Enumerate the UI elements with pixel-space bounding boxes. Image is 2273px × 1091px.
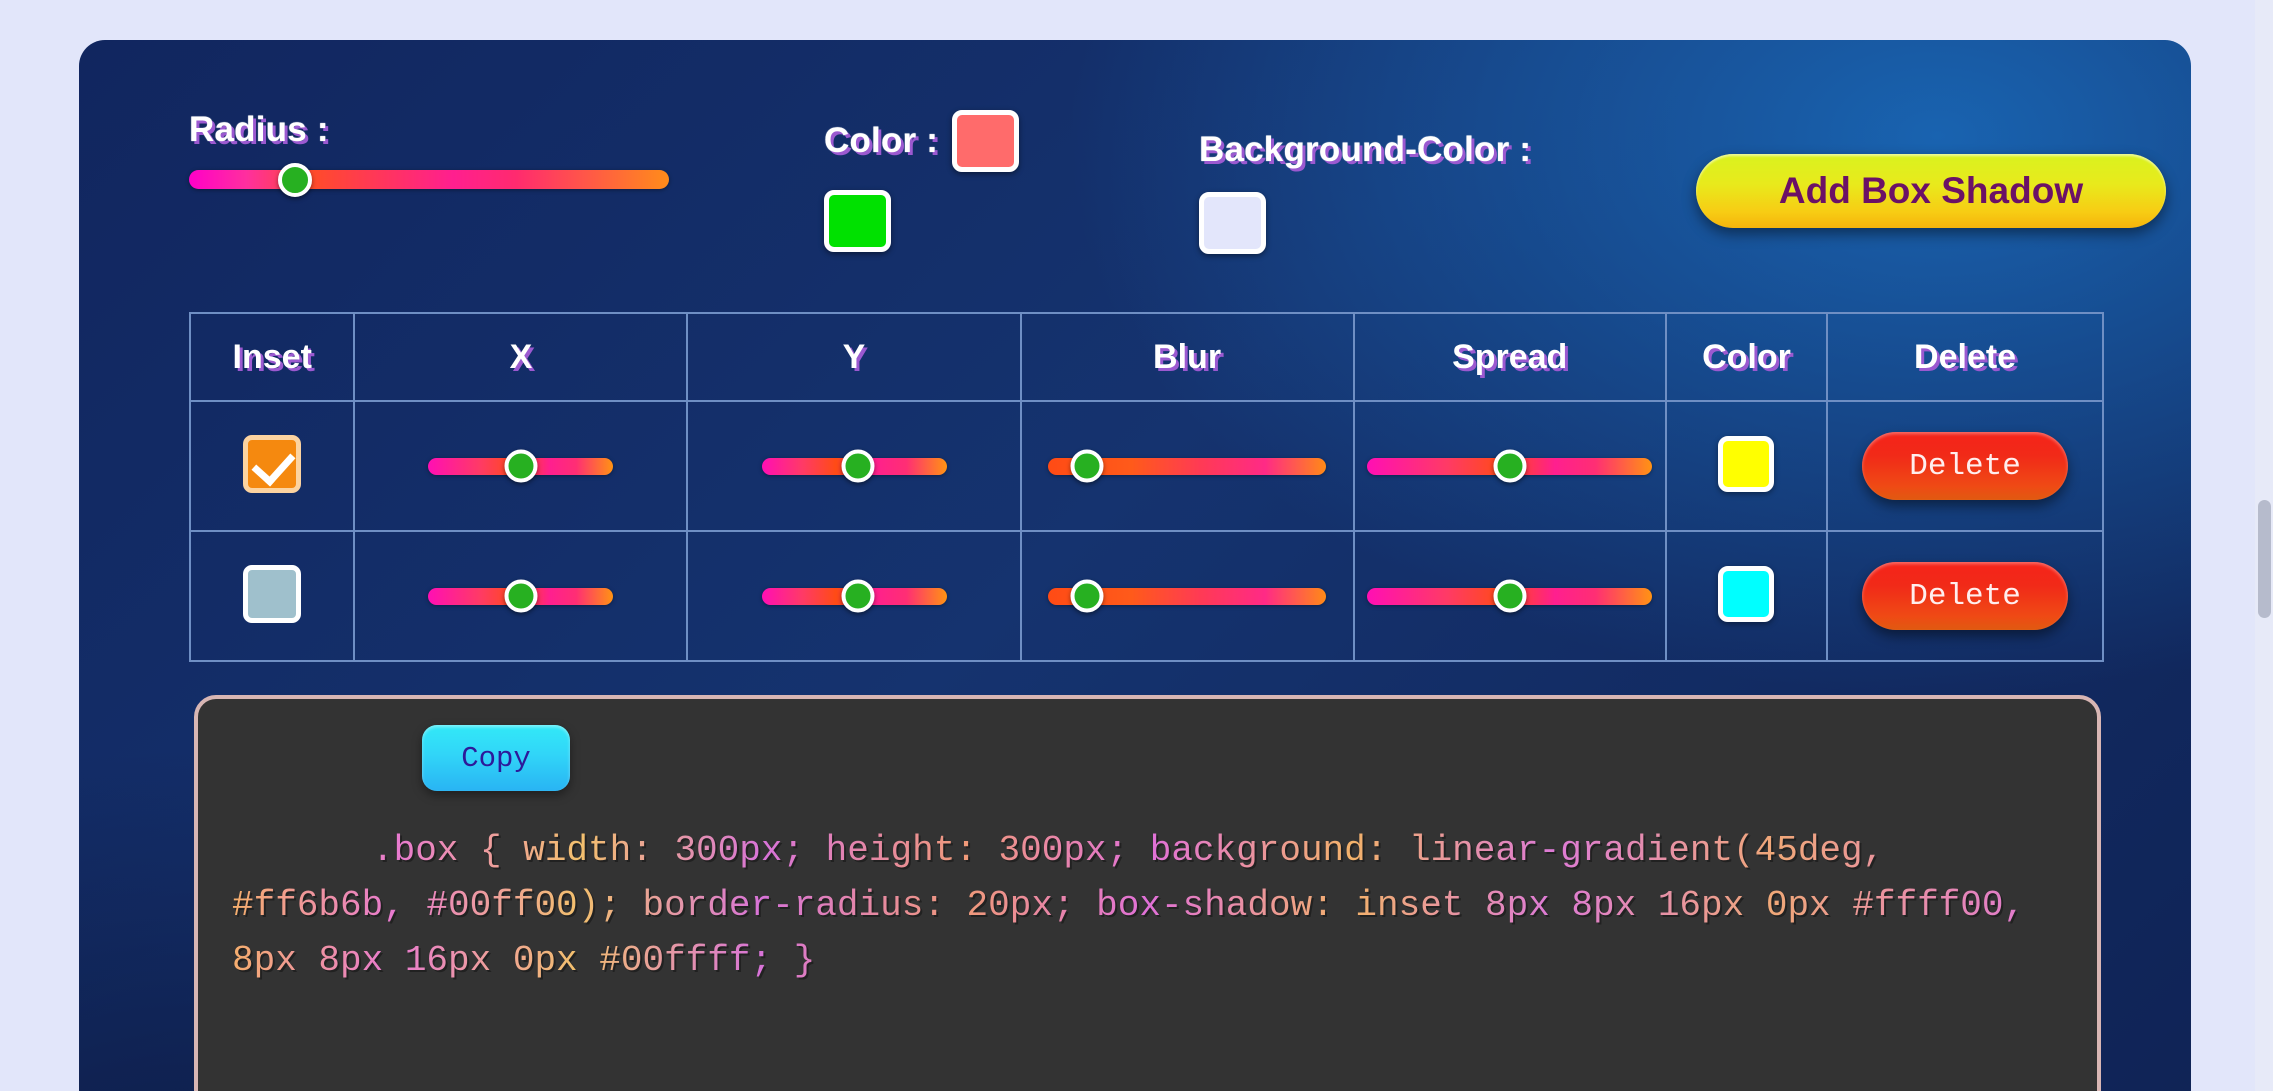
inset-checkbox[interactable]	[243, 564, 302, 623]
shadow-layers-table: Inset X Y Blur Spread Color Delete Delet…	[188, 312, 2104, 662]
copy-button[interactable]: Copy	[422, 725, 570, 791]
table-row: Delete	[188, 530, 2104, 662]
layer-color-swatch[interactable]	[1718, 565, 1775, 622]
column-header-delete: Delete	[1826, 312, 2104, 402]
column-header-blur: Blur	[1019, 312, 1355, 402]
radius-label: Radius :	[189, 110, 329, 149]
x-offset-slider[interactable]	[428, 579, 614, 613]
cell-inset	[188, 400, 356, 532]
cell-x	[353, 530, 689, 662]
gradient-color-swatch[interactable]	[824, 190, 891, 252]
cell-y	[686, 400, 1022, 532]
y-offset-slider[interactable]	[761, 579, 947, 613]
cell-inset	[188, 530, 356, 662]
column-header-inset: Inset	[188, 312, 356, 402]
x-offset-slider-thumb[interactable]	[504, 579, 538, 613]
cell-color	[1664, 530, 1829, 662]
shadow-color-swatch[interactable]	[952, 110, 1020, 172]
color-control-group: Color :	[824, 110, 1020, 252]
table-row: Delete	[188, 400, 2104, 532]
y-offset-slider-thumb[interactable]	[841, 579, 875, 613]
x-offset-slider[interactable]	[428, 449, 614, 483]
cell-delete: Delete	[1826, 400, 2104, 532]
cell-blur	[1019, 530, 1355, 662]
add-box-shadow-button[interactable]: Add Box Shadow	[1696, 154, 2166, 228]
radius-slider[interactable]	[189, 162, 669, 197]
page-root: Radius : Color : Background-Color : Add …	[0, 0, 2273, 1091]
y-offset-slider[interactable]	[761, 449, 947, 483]
code-output-panel: Copy .box { width: 300px; height: 300px;…	[194, 695, 2101, 1091]
radius-slider-thumb[interactable]	[277, 162, 312, 197]
controls-bar: Radius : Color : Background-Color : Add …	[79, 40, 2191, 295]
color-label-row: Color :	[824, 110, 1020, 172]
spread-slider[interactable]	[1367, 579, 1653, 613]
delete-row-button[interactable]: Delete	[1862, 432, 2069, 500]
radius-control-group: Radius :	[189, 110, 669, 197]
spread-slider-thumb[interactable]	[1493, 449, 1527, 483]
delete-row-button[interactable]: Delete	[1862, 562, 2069, 630]
cell-color	[1664, 400, 1829, 532]
y-offset-slider-thumb[interactable]	[841, 449, 875, 483]
blur-slider-thumb[interactable]	[1070, 579, 1104, 613]
inset-checkbox[interactable]	[243, 434, 302, 493]
column-header-spread: Spread	[1352, 312, 1667, 402]
blur-slider[interactable]	[1048, 449, 1327, 483]
vertical-scrollbar-thumb[interactable]	[2258, 500, 2271, 618]
background-color-label: Background-Color :	[1199, 130, 1532, 169]
blur-slider-thumb[interactable]	[1070, 449, 1104, 483]
generated-css-code: .box { width: 300px; height: 300px; back…	[232, 823, 2063, 988]
spread-slider-thumb[interactable]	[1493, 579, 1527, 613]
column-header-color: Color	[1664, 312, 1829, 402]
cell-spread	[1352, 400, 1667, 532]
box-shadow-generator-panel: Radius : Color : Background-Color : Add …	[79, 40, 2191, 1091]
color-label: Color :	[824, 121, 939, 160]
x-offset-slider-thumb[interactable]	[504, 449, 538, 483]
layer-color-swatch[interactable]	[1718, 435, 1775, 492]
blur-slider[interactable]	[1048, 579, 1327, 613]
spread-slider[interactable]	[1367, 449, 1653, 483]
background-color-control-group: Background-Color :	[1199, 130, 1531, 254]
cell-x	[353, 400, 689, 532]
column-header-y: Y	[686, 312, 1022, 402]
column-header-x: X	[353, 312, 689, 402]
vertical-scrollbar[interactable]	[2255, 0, 2273, 1091]
table-header-row: Inset X Y Blur Spread Color Delete	[188, 312, 2104, 402]
cell-blur	[1019, 400, 1355, 532]
background-color-swatch[interactable]	[1199, 192, 1266, 254]
cell-y	[686, 530, 1022, 662]
cell-spread	[1352, 530, 1667, 662]
cell-delete: Delete	[1826, 530, 2104, 662]
